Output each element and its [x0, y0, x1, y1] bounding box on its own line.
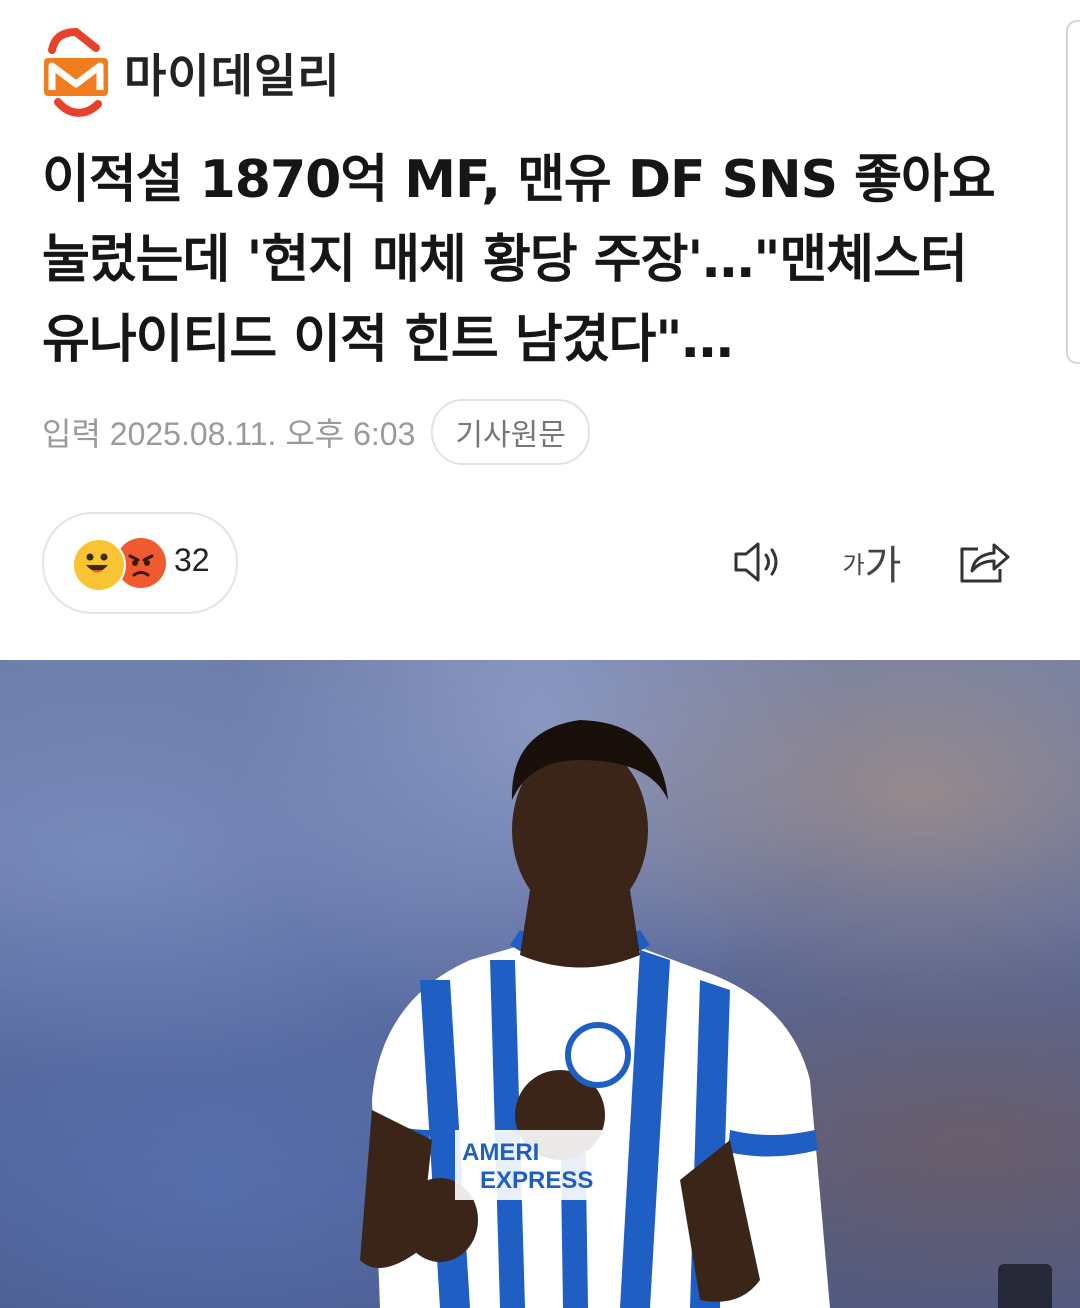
svg-text:EXPRESS: EXPRESS [480, 1167, 593, 1194]
font-large-label: 가 [864, 543, 902, 589]
logo-text: 마이데일리 [124, 49, 341, 103]
reaction-count: 32 [174, 542, 210, 578]
font-small-label: 가 [842, 550, 865, 579]
reaction-button[interactable]: 32 [42, 512, 238, 614]
article-photo[interactable]: AMERI EXPRESS [0, 660, 1080, 1308]
publisher-logo[interactable]: 마이데일리 [40, 28, 341, 118]
original-article-button[interactable]: 기사원문 [431, 399, 590, 465]
article-headline: 이적설 1870억 MF, 맨유 DF SNS 좋아요 눌렀는데 '현지 매체 … [42, 150, 996, 370]
share-button[interactable] [952, 532, 1016, 592]
speaker-icon [734, 542, 778, 582]
share-icon [960, 543, 1010, 583]
side-panel-edge [1066, 20, 1080, 364]
player-illustration: AMERI EXPRESS [360, 720, 830, 1308]
smile-emoji-icon [72, 538, 126, 592]
text-to-speech-button[interactable] [726, 532, 790, 592]
svg-text:AMERI: AMERI [462, 1139, 539, 1166]
expand-icon[interactable] [998, 1264, 1052, 1308]
published-date: 입력 2025.08.11. 오후 6:03 [42, 416, 416, 452]
font-size-button[interactable]: 가 가 [836, 532, 908, 592]
article-meta: 입력 2025.08.11. 오후 6:03 기사원문 [42, 399, 590, 465]
logo-mark-icon [40, 28, 112, 118]
